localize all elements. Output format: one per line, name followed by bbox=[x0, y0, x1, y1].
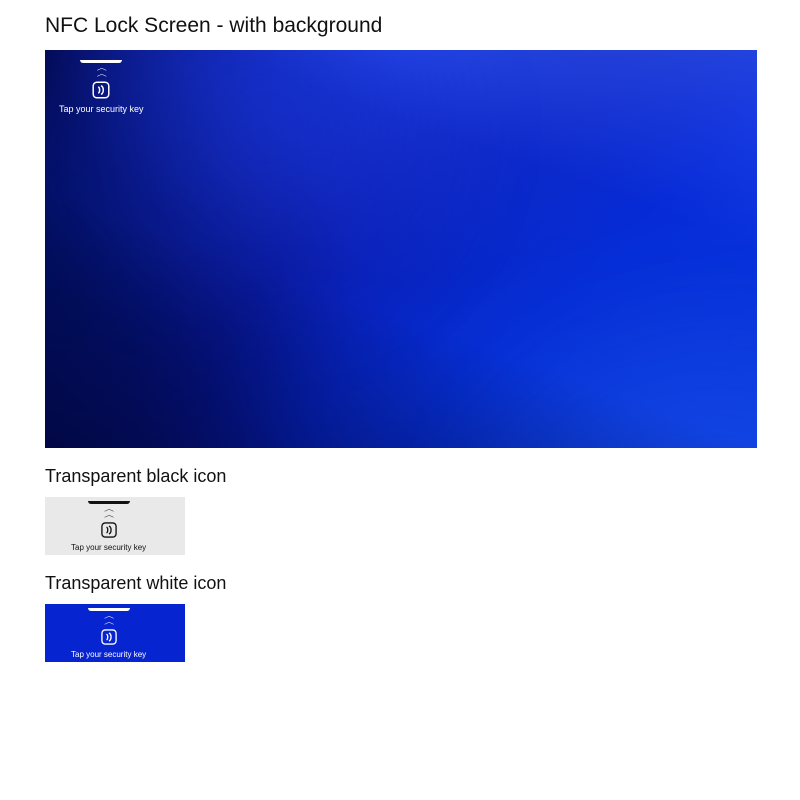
nfc-prompt-widget-black: ︿︿ Tap your security key bbox=[63, 497, 154, 558]
notch-indicator bbox=[80, 60, 122, 63]
section-heading-white: Transparent white icon bbox=[45, 573, 755, 594]
section-heading-main: NFC Lock Screen - with background bbox=[45, 14, 755, 38]
nfc-prompt-widget: ︿︿ Tap your security key bbox=[51, 56, 152, 120]
nfc-prompt-label: Tap your security key bbox=[71, 543, 146, 552]
lock-screen-preview: ︿︿ Tap your security key bbox=[45, 50, 757, 448]
section-heading-black: Transparent black icon bbox=[45, 466, 755, 487]
nfc-key-icon bbox=[90, 79, 112, 101]
nfc-key-icon bbox=[99, 520, 119, 540]
nfc-prompt-label: Tap your security key bbox=[71, 650, 146, 659]
nfc-prompt-label: Tap your security key bbox=[59, 104, 144, 114]
chevron-up-icon: ︿︿ bbox=[104, 613, 113, 625]
notch-indicator bbox=[88, 608, 130, 611]
chevron-up-icon: ︿︿ bbox=[97, 65, 106, 77]
black-icon-preview-tile: ︿︿ Tap your security key bbox=[45, 497, 185, 555]
chevron-up-icon: ︿︿ bbox=[104, 506, 113, 518]
nfc-prompt-widget-white: ︿︿ Tap your security key bbox=[63, 604, 154, 665]
notch-indicator bbox=[88, 501, 130, 504]
nfc-key-icon bbox=[99, 627, 119, 647]
white-icon-preview-tile: ︿︿ Tap your security key bbox=[45, 604, 185, 662]
